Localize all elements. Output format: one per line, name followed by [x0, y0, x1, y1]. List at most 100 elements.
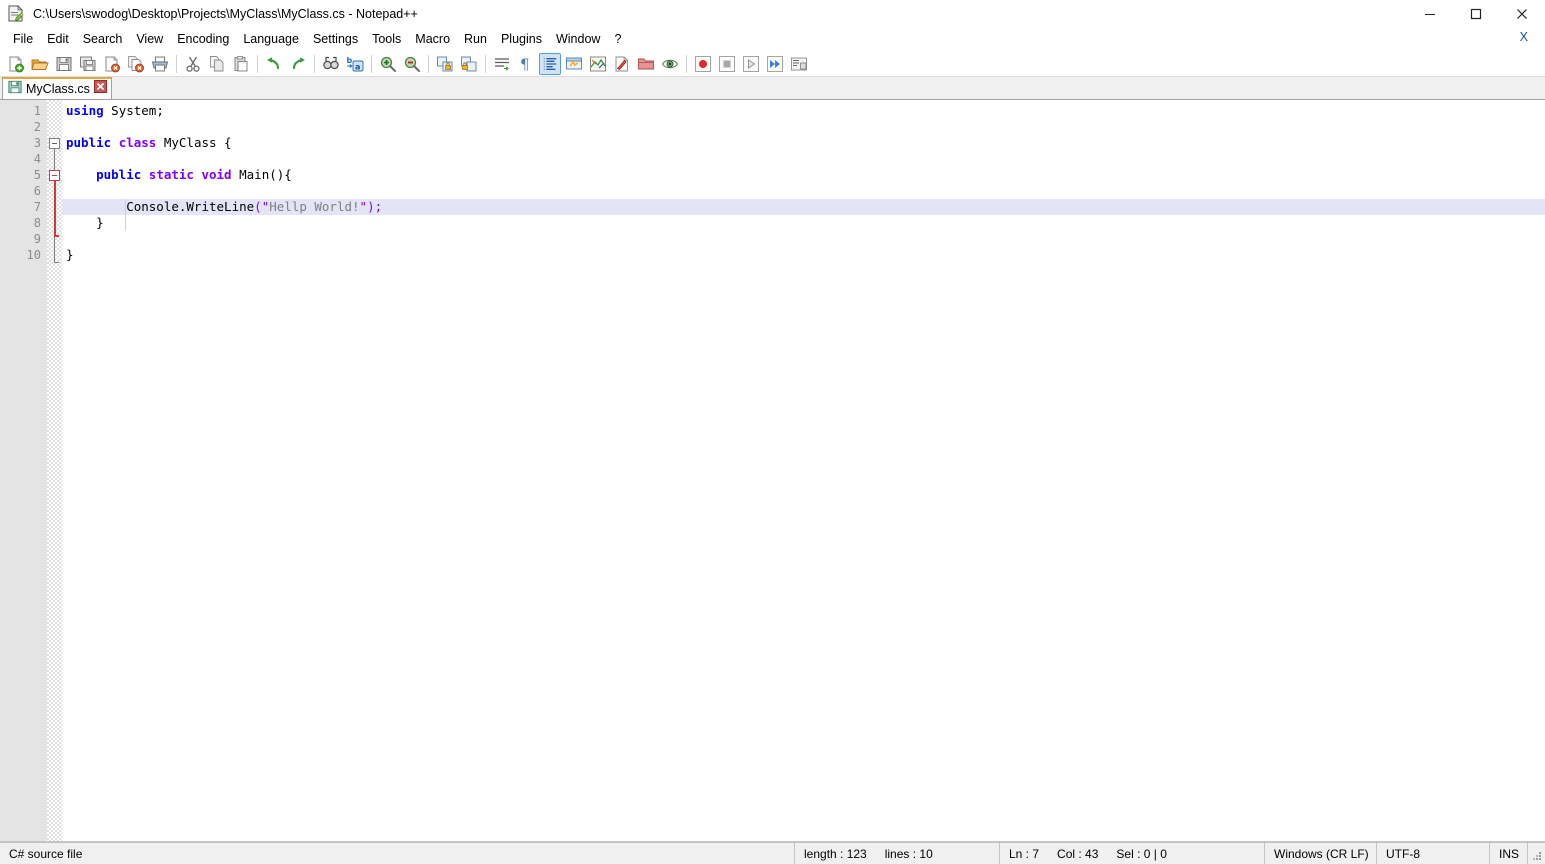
new-file-icon[interactable]	[5, 53, 27, 75]
sync-horizontal-scroll-icon[interactable]	[458, 53, 480, 75]
line-number: 6	[33, 184, 41, 198]
line-number: 5	[33, 168, 41, 182]
line-number: 3	[33, 136, 41, 150]
zoom-in-icon[interactable]	[377, 53, 399, 75]
macro-save-icon[interactable]	[788, 53, 810, 75]
code-line-8: }	[62, 215, 1545, 231]
save-all-icon[interactable]	[77, 53, 99, 75]
toolbar-separator-4	[371, 54, 372, 73]
status-insert-mode[interactable]: INS	[1490, 843, 1528, 864]
document-map-icon[interactable]	[587, 53, 609, 75]
token: Hellp World!	[269, 199, 360, 214]
save-icon[interactable]	[53, 53, 75, 75]
toolbar-separator-3	[314, 54, 315, 73]
sync-vertical-scroll-icon[interactable]	[434, 53, 456, 75]
show-all-characters-icon[interactable]: ¶	[515, 53, 537, 75]
indent-guide	[125, 199, 126, 231]
code-text-area[interactable]: using System; public class MyClass { pub…	[62, 100, 1545, 841]
menu-settings[interactable]: Settings	[306, 29, 365, 50]
cut-icon[interactable]	[182, 53, 204, 75]
title-bar: C:\Users\swodog\Desktop\Projects\MyClass…	[0, 0, 1545, 28]
status-encoding[interactable]: UTF-8	[1377, 843, 1490, 864]
status-lines: lines : 10	[884, 846, 933, 861]
undo-icon[interactable]	[263, 53, 285, 75]
svg-text:¶: ¶	[520, 55, 530, 73]
user-defined-dialog-icon[interactable]	[563, 53, 585, 75]
window-controls	[1407, 0, 1545, 28]
line-number: 8	[33, 216, 41, 230]
show-indent-guide-icon[interactable]	[539, 52, 561, 75]
menu-macro[interactable]: Macro	[408, 29, 457, 50]
menu-language[interactable]: Language	[236, 29, 306, 50]
close-document-button[interactable]: X	[1520, 30, 1528, 44]
fold-row	[47, 231, 62, 247]
menu-file[interactable]: File	[6, 29, 40, 50]
toolbar-separator-2	[257, 54, 258, 73]
print-icon[interactable]	[149, 53, 171, 75]
notepadpp-window: C:\Users\swodog\Desktop\Projects\MyClass…	[0, 0, 1545, 864]
menu-search[interactable]: Search	[76, 29, 130, 50]
line-number: 9	[33, 232, 41, 246]
tab-label: MyClass.cs	[26, 82, 90, 96]
code-line-5: public static void Main(){	[62, 167, 1545, 183]
open-file-icon[interactable]	[29, 53, 51, 75]
fold-row	[47, 215, 62, 231]
close-file-icon[interactable]	[101, 53, 123, 75]
status-file-type: C# source file	[0, 843, 795, 864]
macro-record-icon[interactable]	[692, 53, 714, 75]
minimize-button[interactable]	[1407, 0, 1453, 28]
notepad-plus-plus-icon	[7, 5, 25, 23]
macro-stop-icon[interactable]	[716, 53, 738, 75]
redo-icon[interactable]	[287, 53, 309, 75]
close-button[interactable]	[1499, 0, 1545, 28]
macro-run-multiple-icon[interactable]	[764, 53, 786, 75]
toolbar-separator-7	[686, 54, 687, 73]
token: "	[359, 199, 368, 214]
menu-run[interactable]: Run	[457, 29, 494, 50]
menu-help[interactable]: ?	[607, 29, 628, 50]
fold-toggle-line-3[interactable]	[49, 138, 60, 149]
maximize-button[interactable]	[1453, 0, 1499, 28]
monitoring-icon[interactable]	[659, 53, 681, 75]
menu-edit[interactable]: Edit	[40, 29, 76, 50]
token: static	[148, 167, 194, 182]
toolbar-separator-5	[428, 54, 429, 73]
copy-icon[interactable]	[206, 53, 228, 75]
editor-area[interactable]: 1 2 3 4 5 6 7 8 9 10 using System; publi…	[0, 100, 1545, 842]
line-number-gutter: 1 2 3 4 5 6 7 8 9 10	[0, 100, 47, 841]
menu-encoding[interactable]: Encoding	[170, 29, 236, 50]
zoom-out-icon[interactable]	[401, 53, 423, 75]
resize-grip-icon[interactable]	[1529, 843, 1545, 864]
menu-plugins[interactable]: Plugins	[494, 29, 549, 50]
menu-view[interactable]: View	[129, 29, 170, 50]
find-icon[interactable]	[320, 53, 342, 75]
token: ;	[374, 199, 383, 214]
paste-icon[interactable]	[230, 53, 252, 75]
fold-row	[47, 103, 62, 119]
replace-icon[interactable]: b a	[344, 53, 366, 75]
token: Console.WriteLine	[66, 199, 255, 214]
tab-myclass-cs[interactable]: MyClass.cs	[2, 77, 112, 99]
close-all-files-icon[interactable]	[125, 53, 147, 75]
function-list-icon[interactable]	[611, 53, 633, 75]
menu-tools[interactable]: Tools	[365, 29, 408, 50]
token: }	[66, 247, 74, 262]
code-line-7: Console.WriteLine("Hellp World!");	[62, 199, 1545, 215]
menu-window[interactable]: Window	[549, 29, 607, 50]
token: }	[66, 215, 104, 230]
status-caret-position: Ln : 7 Col : 43 Sel : 0 | 0	[1000, 843, 1265, 864]
status-eol-format[interactable]: Windows (CR LF)	[1265, 843, 1377, 864]
close-tab-icon[interactable]	[93, 80, 107, 98]
toolbar-separator-1	[176, 54, 177, 73]
token: class	[118, 135, 157, 150]
folder-as-workspace-icon[interactable]	[635, 53, 657, 75]
token: MyClass {	[156, 135, 232, 150]
fold-row	[47, 167, 62, 183]
macro-play-icon[interactable]	[740, 53, 762, 75]
status-bar: C# source file length : 123 lines : 10 L…	[0, 842, 1545, 864]
word-wrap-icon[interactable]	[491, 53, 513, 75]
fold-margin[interactable]	[47, 100, 62, 841]
fold-toggle-line-5[interactable]	[49, 170, 60, 181]
